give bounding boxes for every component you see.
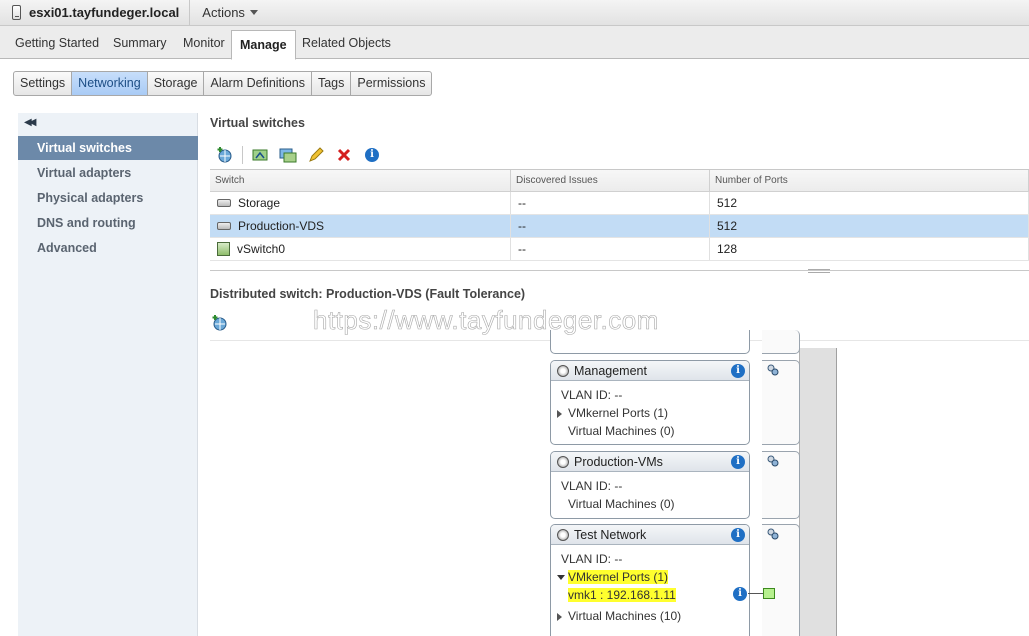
subtab-storage[interactable]: Storage [148,72,205,95]
table-row[interactable]: Storage -- 512 [210,192,1029,215]
host-title: esxi01.tayfundeger.local [0,0,191,25]
info-icon[interactable]: i [363,146,381,164]
vmk-info-icon[interactable]: i [733,587,747,601]
virtual-switches-title: Virtual switches [210,116,305,130]
switch-name: Storage [238,196,281,210]
networking-sidebar: ◀◀ Virtual switches Virtual adapters Phy… [18,113,198,636]
detail-title: Distributed switch: Production-VDS (Faul… [210,287,526,301]
subtab-settings[interactable]: Settings [14,72,73,95]
port-group-name: Management [574,363,647,378]
table-row[interactable]: Production-VDS -- 512 [210,215,1029,238]
port-group-name: Production-VMs [574,454,663,469]
host-name: esxi01.tayfundeger.local [29,5,180,20]
virtual-machines-toggle[interactable]: Virtual Machines (10) [551,607,749,625]
resize-handle[interactable] [808,269,830,273]
uplink-icon[interactable] [767,455,779,467]
collapse-triangle-icon[interactable] [557,575,565,580]
subtab-alarm-definitions[interactable]: Alarm Definitions [204,72,312,95]
switches-table: Switch Discovered Issues Number of Ports… [210,169,1029,261]
tab-related-objects[interactable]: Related Objects [302,36,391,50]
panel-divider [210,270,1029,271]
subtab-tags[interactable]: Tags [312,72,352,95]
port-group-header[interactable]: Management i [551,361,749,381]
vlan-id: VLAN ID: -- [561,388,623,402]
uplink-connector [762,524,800,636]
uplink-connector [762,451,800,519]
sidebar-item-virtual-switches[interactable]: Virtual switches [18,136,198,160]
chevron-down-icon [249,10,258,15]
info-icon[interactable]: i [731,528,745,542]
virtual-machines-count: Virtual Machines (0) [568,497,675,511]
uplink-connector [762,360,800,445]
virtual-machines-count: Virtual Machines (0) [568,424,675,438]
actions-label: Actions [202,5,245,20]
port-group-name: Test Network [574,527,647,542]
collapse-icon[interactable]: ◀◀ [24,117,37,128]
remove-icon[interactable] [335,146,353,164]
table-header: Switch Discovered Issues Number of Ports [210,170,1029,192]
column-number-of-ports[interactable]: Number of Ports [710,170,1029,191]
discovered-issues: -- [518,242,526,256]
subtab-networking[interactable]: Networking [72,72,148,95]
number-of-ports: 512 [717,219,738,233]
discovered-issues: -- [518,196,526,210]
info-icon[interactable]: i [731,364,745,378]
uplink-icon[interactable] [767,528,779,540]
migrate-adapter-icon[interactable] [251,146,269,164]
expand-icon[interactable] [557,613,562,621]
toolbar-separator [242,146,243,164]
port-group-test-network[interactable]: Test Network i VLAN ID: -- VMkernel Port… [550,524,750,636]
distributed-switch-icon [217,199,231,207]
table-row[interactable]: vSwitch0 -- 128 [210,238,1029,261]
info-icon[interactable]: i [731,455,745,469]
port-group-icon [557,528,569,541]
add-networking-icon[interactable] [216,146,234,164]
column-discovered-issues[interactable]: Discovered Issues [511,170,710,191]
port-group-header[interactable]: Production-VMs i [551,452,749,472]
tab-monitor[interactable]: Monitor [183,36,225,50]
vmkernel-adapter[interactable]: vmk1 : 192.168.1.11 [551,586,749,604]
actions-menu[interactable]: Actions [190,5,258,20]
discovered-issues: -- [518,219,526,233]
port-icon[interactable] [763,588,775,599]
vmkernel-ports-toggle[interactable]: VMkernel Ports (1) [551,404,749,422]
host-icon [12,5,21,20]
column-switch[interactable]: Switch [210,170,511,191]
switch-toolbar: i [216,146,391,164]
port-group-header[interactable]: Test Network i [551,525,749,545]
sidebar-item-physical-adapters[interactable]: Physical adapters [18,186,198,210]
uplink-icon[interactable] [767,364,779,376]
number-of-ports: 512 [717,196,738,210]
vmkernel-ports-toggle[interactable]: VMkernel Ports (1) [551,568,749,586]
sidebar-item-virtual-adapters[interactable]: Virtual adapters [18,161,198,185]
port-group-icon [557,364,569,377]
port-connector-line [748,593,764,594]
add-networking-icon[interactable] [211,314,229,332]
edit-pencil-icon[interactable] [307,146,325,164]
manage-adapters-icon[interactable] [279,146,297,164]
uplink-rail [799,348,837,636]
subtab-permissions[interactable]: Permissions [351,72,431,95]
tab-summary[interactable]: Summary [113,36,166,50]
port-group-production-vms[interactable]: Production-VMs i VLAN ID: -- Virtual Mac… [550,451,750,519]
vlan-id: VLAN ID: -- [561,479,623,493]
sidebar-item-advanced[interactable]: Advanced [18,236,198,260]
sidebar-item-dns-and-routing[interactable]: DNS and routing [18,211,198,235]
uplink-connector [762,330,800,354]
port-group-icon [557,455,569,468]
tab-manage[interactable]: Manage [231,30,296,60]
top-bar: esxi01.tayfundeger.local Actions [0,0,1029,26]
switch-name: Production-VDS [238,219,325,233]
switch-name: vSwitch0 [237,242,286,256]
expand-icon[interactable] [557,410,562,418]
port-group-management[interactable]: Management i VLAN ID: -- VMkernel Ports … [550,360,750,445]
watermark: https://www.tayfundeger.com [313,305,659,336]
vlan-id: VLAN ID: -- [561,552,623,566]
distributed-switch-icon [217,222,231,230]
sub-tabs: Settings Networking Storage Alarm Defini… [13,71,433,96]
number-of-ports: 128 [717,242,738,256]
standard-switch-icon [217,242,230,256]
tab-getting-started[interactable]: Getting Started [15,36,99,50]
main-tabs: Getting Started Summary Monitor Manage R… [0,26,1029,60]
